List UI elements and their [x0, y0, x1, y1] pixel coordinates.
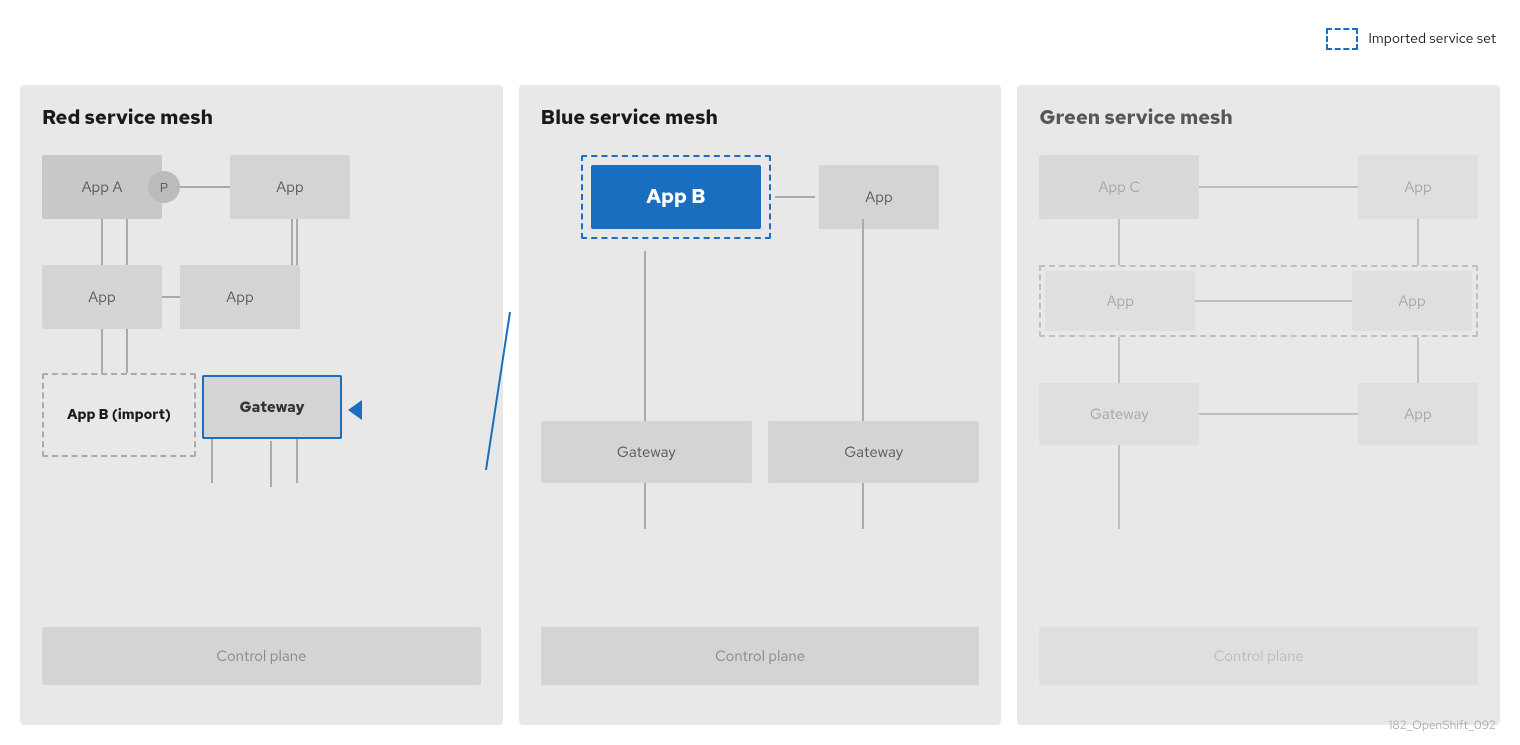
- green-row2-group: App App: [1039, 265, 1478, 337]
- app-b-highlighted: App B: [591, 165, 761, 229]
- imported-service-set-red: App B (import): [42, 373, 196, 457]
- red-app-mid-right: App: [180, 265, 300, 329]
- h-line-2: [162, 296, 180, 298]
- blue-row1: App B App: [541, 155, 980, 239]
- blue-mesh-title: Blue service mesh: [541, 105, 980, 131]
- v-conn-blue-1: [644, 251, 646, 421]
- green-control-plane: Control plane: [1039, 627, 1478, 685]
- legend-label: Imported service set: [1368, 30, 1496, 48]
- meshes-row: Red service mesh: [20, 85, 1500, 725]
- watermark: 182_OpenShift_092: [1389, 717, 1496, 733]
- v-conn-blue-2: [862, 219, 864, 421]
- arrow-area: [348, 400, 362, 420]
- green-mesh-panel: Green service mesh App C App: [1017, 85, 1500, 725]
- v-conn-1: [101, 219, 103, 265]
- arrow-left-icon: [348, 400, 362, 420]
- green-mesh-title: Green service mesh: [1039, 105, 1478, 131]
- green-gateway: Gateway: [1039, 383, 1199, 445]
- blue-mesh-panel: Blue service mesh App B App: [519, 85, 1002, 725]
- blue-gateway-left: Gateway: [541, 421, 752, 483]
- v-conn-green-2: [1417, 219, 1419, 265]
- green-row3: Gateway App: [1039, 383, 1478, 445]
- v-conn-blue-4: [862, 483, 864, 529]
- h-line-green-1: [1199, 186, 1358, 188]
- red-gateway-box: Gateway: [202, 375, 342, 439]
- app-a-box: App A P: [42, 155, 162, 219]
- red-row1: App A P App: [42, 155, 350, 219]
- page-container: Imported service set Red service mesh: [0, 0, 1520, 745]
- blue-app-top-right: App: [819, 165, 939, 229]
- v-conn-2: [291, 219, 293, 265]
- v-conn-green-5: [1118, 445, 1120, 529]
- green-row2-inner: App App: [1045, 271, 1472, 331]
- green-app-mid-right: App: [1352, 271, 1472, 331]
- red-mesh-panel: Red service mesh: [20, 85, 503, 725]
- h-line-blue: [775, 196, 815, 198]
- v-conn-3: [101, 329, 103, 373]
- v-conn-green-1: [1118, 219, 1120, 265]
- app-b-import-set: App B: [581, 155, 771, 239]
- green-app-bottom-right: App: [1358, 383, 1478, 445]
- red-row2: App App: [42, 265, 300, 329]
- h-line-green-2: [1195, 300, 1352, 302]
- v-conn-blue-3: [644, 483, 646, 529]
- h-line-green-3: [1199, 413, 1358, 415]
- green-row1: App C App: [1039, 155, 1478, 219]
- v-conn-green-3: [1118, 337, 1120, 383]
- h-line-1: [180, 186, 230, 188]
- app-b-import-label: App B (import): [54, 385, 184, 445]
- green-app-c: App C: [1039, 155, 1199, 219]
- green-app-mid-left: App: [1045, 271, 1195, 331]
- proxy-badge: P: [148, 171, 180, 203]
- red-mesh-title: Red service mesh: [42, 105, 481, 131]
- v-conn-4: [270, 441, 272, 487]
- green-app-top-right: App: [1358, 155, 1478, 219]
- red-app-mid-left: App: [42, 265, 162, 329]
- blue-gateway-row: Gateway Gateway: [541, 421, 980, 483]
- red-control-plane: Control plane: [42, 627, 481, 685]
- red-app-top-right: App: [230, 155, 350, 219]
- v-conn-green-4: [1417, 337, 1419, 383]
- blue-control-plane: Control plane: [541, 627, 980, 685]
- legend-dashed-box: [1326, 28, 1358, 50]
- legend: Imported service set: [1326, 28, 1496, 50]
- blue-gateway-right: Gateway: [768, 421, 979, 483]
